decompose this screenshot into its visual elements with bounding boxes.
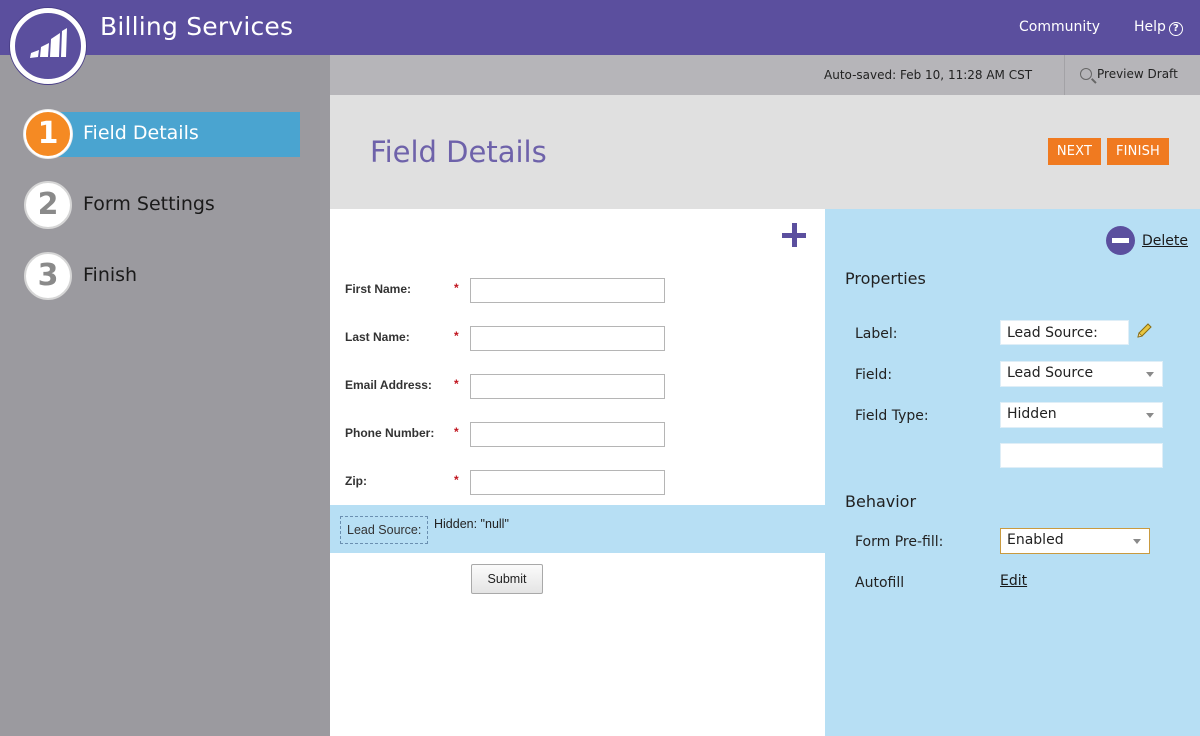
required-marker: * (454, 473, 459, 487)
zip-input[interactable] (470, 470, 665, 495)
step-field-details[interactable]: 1 Field Details (24, 110, 300, 158)
form-row-email[interactable]: Email Address: * (330, 373, 825, 399)
form-row-zip[interactable]: Zip: * (330, 469, 825, 495)
form-canvas: First Name: * Last Name: * Email Address… (330, 209, 825, 736)
field-type-label: Field Type: (855, 408, 929, 424)
autofill-edit-link[interactable]: Edit (1000, 573, 1027, 589)
form-row-last-name[interactable]: Last Name: * (330, 325, 825, 351)
prefill-label: Form Pre-fill: (855, 534, 944, 550)
field-label: Zip: (345, 474, 367, 488)
properties-heading: Properties (845, 269, 926, 288)
first-name-input[interactable] (470, 278, 665, 303)
field-label: Last Name: (345, 330, 410, 344)
field-type-select[interactable]: Hidden (1000, 402, 1163, 428)
autofill-label: Autofill (855, 575, 905, 591)
field-label: Email Address: (345, 378, 432, 392)
chevron-down-icon (1146, 372, 1154, 377)
behavior-heading: Behavior (845, 492, 917, 511)
preview-draft-button[interactable]: Preview Draft (1080, 67, 1178, 81)
finish-button[interactable]: FINISH (1107, 138, 1169, 165)
required-marker: * (454, 425, 459, 439)
step-number-3: 3 (24, 252, 72, 300)
prefill-select[interactable]: Enabled (1000, 528, 1150, 554)
page-title: Field Details (370, 135, 547, 169)
step-finish[interactable]: 3 Finish (24, 252, 300, 300)
brand-logo[interactable] (10, 8, 86, 84)
step-number-2: 2 (24, 181, 72, 229)
email-input[interactable] (470, 374, 665, 399)
bar-chart-logo-icon (30, 28, 67, 58)
autosave-bar: Auto-saved: Feb 10, 11:28 AM CST Preview… (330, 55, 1200, 95)
field-select-value: Lead Source (1007, 365, 1094, 381)
step-label: Finish (83, 264, 138, 286)
help-label: Help (1134, 19, 1166, 35)
label-label: Label: (855, 326, 898, 342)
search-icon (1080, 68, 1092, 80)
label-input[interactable] (1000, 320, 1129, 345)
field-label: Phone Number: (345, 426, 435, 440)
pencil-icon[interactable] (1135, 322, 1153, 340)
top-bar: Billing Services Community Help? (0, 0, 1200, 55)
field-label: Field: (855, 367, 893, 383)
chevron-down-icon (1133, 539, 1141, 544)
prefill-select-value: Enabled (1007, 532, 1064, 548)
form-row-first-name[interactable]: First Name: * (330, 277, 825, 303)
required-marker: * (454, 377, 459, 391)
field-label: First Name: (345, 282, 412, 296)
step-number-1: 1 (24, 110, 72, 158)
divider (1064, 55, 1065, 95)
preview-label: Preview Draft (1097, 67, 1178, 81)
app-title: Billing Services (100, 12, 294, 41)
step-label: Field Details (83, 122, 199, 144)
field-type-select-value: Hidden (1007, 406, 1057, 422)
properties-panel: Delete Properties Label: Field: Lead Sou… (825, 209, 1200, 736)
field-select[interactable]: Lead Source (1000, 361, 1163, 387)
minus-circle-icon[interactable] (1106, 226, 1135, 255)
submit-button[interactable]: Submit (471, 564, 543, 594)
default-value-input[interactable] (1000, 443, 1163, 468)
required-marker: * (454, 281, 459, 295)
next-button[interactable]: NEXT (1048, 138, 1101, 165)
required-marker: * (454, 329, 459, 343)
help-link[interactable]: Help? (1134, 19, 1183, 36)
chevron-down-icon (1146, 413, 1154, 418)
lead-source-hidden-value: Hidden: "null" (434, 517, 509, 531)
autosave-status: Auto-saved: Feb 10, 11:28 AM CST (824, 68, 1033, 82)
form-row-phone[interactable]: Phone Number: * (330, 421, 825, 447)
phone-input[interactable] (470, 422, 665, 447)
lead-source-label[interactable]: Lead Source: (340, 516, 429, 544)
page-header: Field Details NEXT FINISH (330, 95, 1200, 209)
delete-link[interactable]: Delete (1142, 233, 1188, 249)
last-name-input[interactable] (470, 326, 665, 351)
step-label: Form Settings (83, 193, 215, 215)
help-icon: ? (1168, 22, 1183, 36)
step-form-settings[interactable]: 2 Form Settings (24, 181, 300, 229)
add-field-icon[interactable] (782, 223, 808, 249)
form-row-lead-source-selected[interactable]: Lead Source: Hidden: "null" (330, 505, 825, 553)
community-link[interactable]: Community (1019, 19, 1100, 35)
